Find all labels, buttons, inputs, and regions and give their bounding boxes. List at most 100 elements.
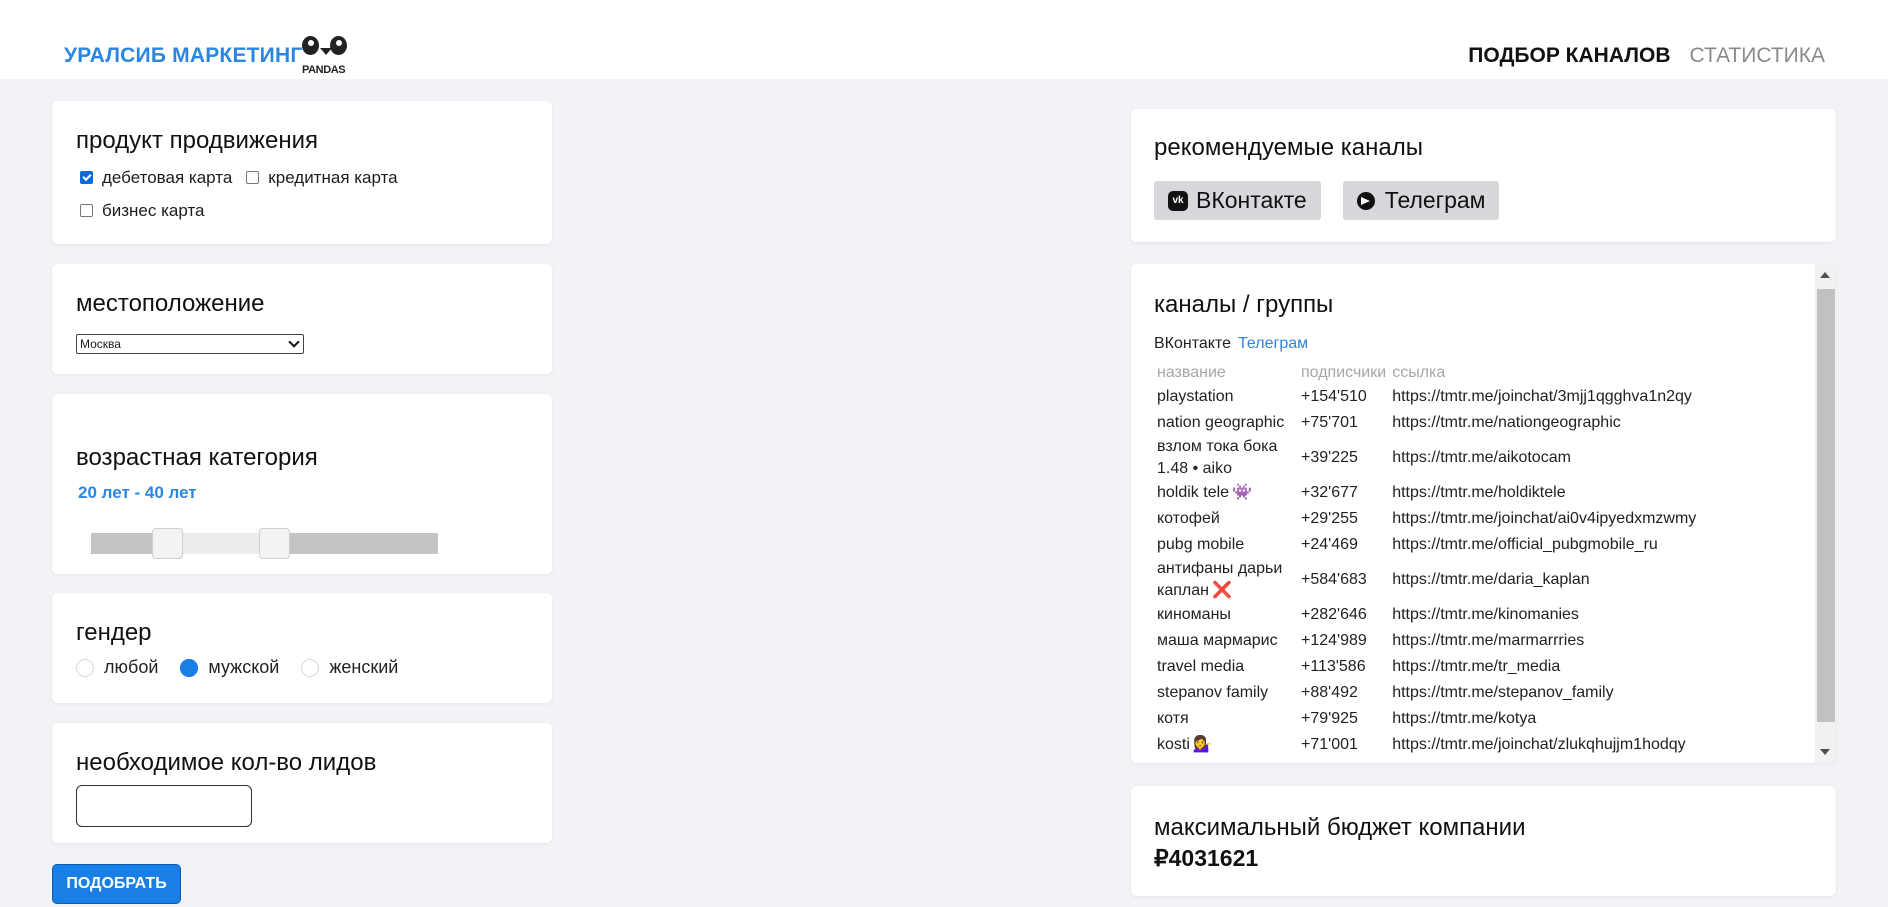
recommended-title: рекомендуемые каналы xyxy=(1154,134,1423,161)
gender-option-male[interactable]: мужской xyxy=(180,657,279,678)
scrollbar-thumb[interactable] xyxy=(1817,289,1835,722)
channel-link-text: https://tmtr.me/aikotocam xyxy=(1392,449,1571,466)
option-label: женский xyxy=(329,657,399,677)
table-row: kosti 💁‍♀️ +71'001 https://tmtr.me/joinchat… xyxy=(1154,732,1699,758)
checkbox-credit[interactable] xyxy=(246,171,260,184)
channel-name: киноманы xyxy=(1154,602,1298,628)
channel-subscribers-text: +39'225 xyxy=(1301,449,1358,466)
age-range-slider[interactable] xyxy=(91,528,438,559)
channel-link[interactable]: https://tmtr.me/kinomanies xyxy=(1389,602,1699,628)
channel-link[interactable]: https://tmtr.me/joinchat/3mjj1qgghva1n2q… xyxy=(1389,384,1699,410)
channel-link-text: https://tmtr.me/nationgeographic xyxy=(1392,414,1621,431)
product-option-debit[interactable]: дебетовая карта xyxy=(76,161,232,194)
table-row: nation geographic +75'701 https://tmtr.me/… xyxy=(1154,410,1699,436)
channel-link-text: https://tmtr.me/tr_media xyxy=(1392,658,1561,676)
channel-name-text: holdik tele xyxy=(1157,484,1230,502)
channel-link[interactable]: https://tmtr.me/marmarrries xyxy=(1389,628,1699,654)
tab-vk[interactable]: ВКонтакте xyxy=(1154,335,1231,353)
budget-title: максимальный бюджет компании xyxy=(1154,814,1526,841)
age-card: возрастная категория 20 лет - 40 лет xyxy=(52,394,552,574)
top-bar: УРАЛСИБ МАРКЕТИНГ PANDAS ПОДБОР КАНАЛОВ … xyxy=(0,0,1888,79)
slider-handle-max[interactable] xyxy=(259,528,291,559)
channel-subscribers-text: +124'989 xyxy=(1301,632,1367,650)
channel-link[interactable]: https://tmtr.me/joinchat/zlukqhujjm1hodq… xyxy=(1389,732,1699,758)
table-row: pubg mobile +24'469 https://tmtr.me/offici… xyxy=(1154,532,1699,558)
channel-link[interactable]: https://tmtr.me/aikotocam xyxy=(1389,436,1699,480)
channel-subscribers-text: +24'469 xyxy=(1301,536,1358,553)
option-label: мужской xyxy=(208,657,280,677)
channel-subscribers: +79'925 xyxy=(1298,706,1389,732)
scroll-down-arrow-icon[interactable] xyxy=(1820,749,1830,755)
channel-subscribers: +282'646 xyxy=(1298,602,1389,628)
radio-any[interactable] xyxy=(76,658,94,677)
channel-name: nation geographic xyxy=(1154,410,1298,436)
slider-handle-min[interactable] xyxy=(151,528,183,559)
channel-link[interactable]: https://tmtr.me/tr_media xyxy=(1389,654,1699,680)
product-card: продукт продвижения дебетовая карта кред… xyxy=(52,101,552,244)
channel-subscribers-text: +584'683 xyxy=(1301,571,1367,589)
budget-card: максимальный бюджет компании ₽4031621 xyxy=(1131,786,1836,896)
channel-link[interactable]: https://tmtr.me/daria_kaplan xyxy=(1389,558,1699,602)
channel-link-text: https://tmtr.me/daria_kaplan xyxy=(1392,571,1590,589)
radio-female[interactable] xyxy=(301,658,320,677)
checkbox-business[interactable] xyxy=(80,204,93,217)
channel-link[interactable]: https://tmtr.me/holdiktele xyxy=(1389,480,1699,506)
channel-name: travel media xyxy=(1154,654,1298,680)
channel-name: stepanov family xyxy=(1154,680,1298,706)
checkbox-debit[interactable] xyxy=(80,171,93,184)
panda-eye-left xyxy=(302,36,319,55)
table-row: антифаны дарьи каплан ❌ +584'683 https://tm… xyxy=(1154,558,1699,602)
gender-option-any[interactable]: любой xyxy=(76,657,158,678)
gender-title: гендер xyxy=(76,619,152,646)
location-title: местоположение xyxy=(76,290,265,317)
product-option-credit[interactable]: кредитная карта xyxy=(242,161,398,194)
channel-link[interactable]: https://tmtr.me/kotya xyxy=(1389,706,1699,732)
channel-name-text: взлом тока бока 1.48 • aiko xyxy=(1157,438,1278,477)
recommended-buttons: vk ВКонтакте Телеграм xyxy=(1154,181,1813,220)
table-row: котофей +29'255 https://tmtr.me/joinchat/a… xyxy=(1154,506,1699,532)
channel-subscribers-text: +71'001 xyxy=(1301,736,1358,754)
option-label: дебетовая карта xyxy=(102,167,233,187)
channel-subscribers: +24'469 xyxy=(1298,532,1389,558)
nav-statistics[interactable]: СТАТИСТИКА xyxy=(1689,44,1825,68)
channel-link-text: https://tmtr.me/joinchat/zlukqhujjm1hodq… xyxy=(1392,736,1686,754)
gender-option-female[interactable]: женский xyxy=(301,657,398,678)
age-title: возрастная категория xyxy=(76,444,318,471)
table-row: travel media +113'586 https://tmtr.me/tr_m… xyxy=(1154,654,1699,680)
channel-link[interactable]: https://tmtr.me/nationgeographic xyxy=(1389,410,1699,436)
radio-male[interactable] xyxy=(180,658,199,677)
channel-link[interactable]: https://tmtr.me/joinchat/ai0v4ipyedxmzwm… xyxy=(1389,506,1699,532)
scroll-up-arrow-icon[interactable] xyxy=(1820,272,1830,278)
option-label: любой xyxy=(104,657,159,677)
main-nav: ПОДБОР КАНАЛОВ СТАТИСТИКА xyxy=(1468,44,1825,68)
telegram-button[interactable]: Телеграм xyxy=(1342,181,1500,220)
channel-link-text: https://tmtr.me/kinomanies xyxy=(1392,606,1579,624)
option-label: кредитная карта xyxy=(268,167,398,187)
channel-link-text: https://tmtr.me/official_pubgmobile_ru xyxy=(1392,536,1658,553)
table-row: котя +79'925 https://tmtr.me/kotya xyxy=(1154,706,1699,732)
telegram-icon xyxy=(1356,191,1375,210)
tab-telegram[interactable]: Телеграм xyxy=(1238,335,1308,353)
channel-name-text: котя xyxy=(1157,710,1189,728)
vk-button[interactable]: vk ВКонтакте xyxy=(1154,181,1321,220)
brand-name[interactable]: УРАЛСИБ МАРКЕТИНГ xyxy=(64,44,302,68)
location-select[interactable]: Москва xyxy=(76,334,304,354)
submit-button[interactable]: ПОДОБРАТЬ xyxy=(52,864,181,904)
product-option-business[interactable]: бизнес карта xyxy=(76,194,205,227)
channel-name: holdik tele 👾 xyxy=(1154,480,1298,506)
channel-link[interactable]: https://tmtr.me/official_pubgmobile_ru xyxy=(1389,532,1699,558)
channel-subscribers-text: +32'677 xyxy=(1301,484,1358,501)
channel-subscribers-text: +75'701 xyxy=(1301,414,1358,431)
channel-subscribers: +88'492 xyxy=(1298,680,1389,706)
recommended-card: рекомендуемые каналы vk ВКонтакте Телегр… xyxy=(1131,109,1836,242)
channels-scrollbar[interactable] xyxy=(1815,264,1836,763)
channel-subscribers: +75'701 xyxy=(1298,410,1389,436)
channel-link[interactable]: https://tmtr.me/stepanov_family xyxy=(1389,680,1699,706)
leads-input[interactable] xyxy=(76,785,252,827)
channel-subscribers-text: +88'492 xyxy=(1301,684,1358,702)
location-selected-value: Москва xyxy=(80,337,121,351)
nav-channel-selection[interactable]: ПОДБОР КАНАЛОВ xyxy=(1468,44,1670,68)
panda-logo[interactable]: PANDAS xyxy=(300,34,352,78)
location-card: местоположение Москва xyxy=(52,264,552,374)
channel-subscribers: +113'586 xyxy=(1298,654,1389,680)
